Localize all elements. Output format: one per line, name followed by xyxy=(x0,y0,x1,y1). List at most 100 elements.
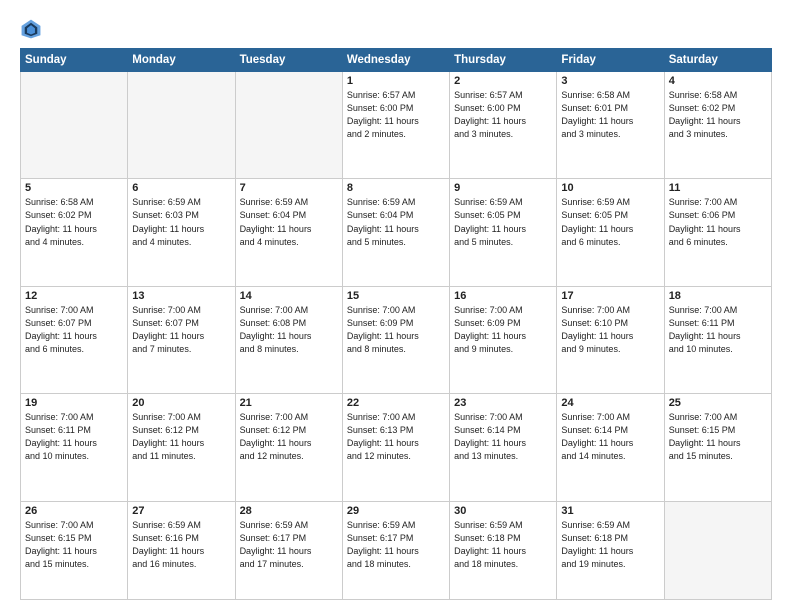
table-row: 28 Sunrise: 6:59 AM Sunset: 6:17 PM Dayli… xyxy=(235,501,342,599)
day-number: 21 xyxy=(240,397,338,409)
table-row: 21 Sunrise: 7:00 AM Sunset: 6:12 PM Dayli… xyxy=(235,394,342,501)
table-row: 11Sunrise: 7:00 AM Sunset: 6:06 PM Dayli… xyxy=(664,179,771,286)
table-row: 19 Sunrise: 7:00 AM Sunset: 6:11 PM Dayli… xyxy=(21,394,128,501)
day-number: 31 xyxy=(561,505,659,517)
day-info: Sunrise: 7:00 AM Sunset: 6:15 PM Dayligh… xyxy=(25,519,123,571)
table-row: 10 Sunrise: 6:59 AM Sunset: 6:05 PM Dayli… xyxy=(557,179,664,286)
calendar-week-row: 12 Sunrise: 7:00 AM Sunset: 6:07 PM Dayli… xyxy=(21,286,772,393)
day-info: Sunrise: 6:59 AM Sunset: 6:05 PM Dayligh… xyxy=(561,196,659,248)
table-row: 23 Sunrise: 7:00 AM Sunset: 6:14 PM Dayli… xyxy=(450,394,557,501)
day-number: 11 xyxy=(669,182,767,194)
day-number: 27 xyxy=(132,505,230,517)
table-row: 17Sunrise: 7:00 AM Sunset: 6:10 PM Dayli… xyxy=(557,286,664,393)
table-row: 25 Sunrise: 7:00 AM Sunset: 6:15 PM Dayli… xyxy=(664,394,771,501)
day-info: Sunrise: 7:00 AM Sunset: 6:08 PM Dayligh… xyxy=(240,304,338,356)
table-row: 29 Sunrise: 6:59 AM Sunset: 6:17 PM Dayli… xyxy=(342,501,449,599)
header xyxy=(20,18,772,40)
calendar-week-row: 26 Sunrise: 7:00 AM Sunset: 6:15 PM Dayli… xyxy=(21,501,772,599)
col-monday: Monday xyxy=(128,49,235,72)
day-info: Sunrise: 6:59 AM Sunset: 6:18 PM Dayligh… xyxy=(454,519,552,571)
day-number: 2 xyxy=(454,75,552,87)
table-row: 20 Sunrise: 7:00 AM Sunset: 6:12 PM Dayli… xyxy=(128,394,235,501)
day-number: 17 xyxy=(561,290,659,302)
table-row: 26 Sunrise: 7:00 AM Sunset: 6:15 PM Dayli… xyxy=(21,501,128,599)
table-row xyxy=(235,72,342,179)
table-row: 14 Sunrise: 7:00 AM Sunset: 6:08 PM Dayli… xyxy=(235,286,342,393)
day-info: Sunrise: 6:57 AM Sunset: 6:00 PM Dayligh… xyxy=(454,89,552,141)
col-sunday: Sunday xyxy=(21,49,128,72)
table-row: 18Sunrise: 7:00 AM Sunset: 6:11 PM Dayli… xyxy=(664,286,771,393)
col-friday: Friday xyxy=(557,49,664,72)
table-row: 7Sunrise: 6:59 AM Sunset: 6:04 PM Daylig… xyxy=(235,179,342,286)
table-row: 13 Sunrise: 7:00 AM Sunset: 6:07 PM Dayli… xyxy=(128,286,235,393)
table-row: 1Sunrise: 6:57 AM Sunset: 6:00 PM Daylig… xyxy=(342,72,449,179)
table-row xyxy=(128,72,235,179)
table-row: 5 Sunrise: 6:58 AM Sunset: 6:02 PM Daylig… xyxy=(21,179,128,286)
day-number: 25 xyxy=(669,397,767,409)
day-number: 13 xyxy=(132,290,230,302)
table-row: 2 Sunrise: 6:57 AM Sunset: 6:00 PM Daylig… xyxy=(450,72,557,179)
day-number: 30 xyxy=(454,505,552,517)
day-number: 5 xyxy=(25,182,123,194)
col-tuesday: Tuesday xyxy=(235,49,342,72)
day-number: 3 xyxy=(561,75,659,87)
col-thursday: Thursday xyxy=(450,49,557,72)
day-number: 24 xyxy=(561,397,659,409)
table-row: 27Sunrise: 6:59 AM Sunset: 6:16 PM Dayli… xyxy=(128,501,235,599)
calendar-week-row: 19 Sunrise: 7:00 AM Sunset: 6:11 PM Dayli… xyxy=(21,394,772,501)
col-saturday: Saturday xyxy=(664,49,771,72)
logo-icon xyxy=(20,18,42,40)
table-row: 6Sunrise: 6:59 AM Sunset: 6:03 PM Daylig… xyxy=(128,179,235,286)
table-row: 24 Sunrise: 7:00 AM Sunset: 6:14 PM Dayli… xyxy=(557,394,664,501)
table-row xyxy=(664,501,771,599)
day-number: 26 xyxy=(25,505,123,517)
day-info: Sunrise: 7:00 AM Sunset: 6:07 PM Dayligh… xyxy=(132,304,230,356)
day-info: Sunrise: 7:00 AM Sunset: 6:12 PM Dayligh… xyxy=(132,411,230,463)
table-row: 3Sunrise: 6:58 AM Sunset: 6:01 PM Daylig… xyxy=(557,72,664,179)
day-number: 8 xyxy=(347,182,445,194)
table-row: 15Sunrise: 7:00 AM Sunset: 6:09 PM Dayli… xyxy=(342,286,449,393)
day-number: 15 xyxy=(347,290,445,302)
calendar-week-row: 1Sunrise: 6:57 AM Sunset: 6:00 PM Daylig… xyxy=(21,72,772,179)
day-info: Sunrise: 7:00 AM Sunset: 6:07 PM Dayligh… xyxy=(25,304,123,356)
day-number: 29 xyxy=(347,505,445,517)
day-info: Sunrise: 6:58 AM Sunset: 6:02 PM Dayligh… xyxy=(25,196,123,248)
day-info: Sunrise: 7:00 AM Sunset: 6:15 PM Dayligh… xyxy=(669,411,767,463)
day-number: 22 xyxy=(347,397,445,409)
calendar-table: Sunday Monday Tuesday Wednesday Thursday… xyxy=(20,48,772,600)
table-row: 8Sunrise: 6:59 AM Sunset: 6:04 PM Daylig… xyxy=(342,179,449,286)
day-info: Sunrise: 7:00 AM Sunset: 6:11 PM Dayligh… xyxy=(25,411,123,463)
table-row: 22 Sunrise: 7:00 AM Sunset: 6:13 PM Dayli… xyxy=(342,394,449,501)
day-info: Sunrise: 6:59 AM Sunset: 6:18 PM Dayligh… xyxy=(561,519,659,571)
day-number: 14 xyxy=(240,290,338,302)
col-wednesday: Wednesday xyxy=(342,49,449,72)
day-info: Sunrise: 6:59 AM Sunset: 6:17 PM Dayligh… xyxy=(347,519,445,571)
day-info: Sunrise: 6:57 AM Sunset: 6:00 PM Dayligh… xyxy=(347,89,445,141)
day-info: Sunrise: 7:00 AM Sunset: 6:13 PM Dayligh… xyxy=(347,411,445,463)
table-row: 30 Sunrise: 6:59 AM Sunset: 6:18 PM Dayli… xyxy=(450,501,557,599)
day-info: Sunrise: 7:00 AM Sunset: 6:12 PM Dayligh… xyxy=(240,411,338,463)
day-info: Sunrise: 6:59 AM Sunset: 6:03 PM Dayligh… xyxy=(132,196,230,248)
day-number: 16 xyxy=(454,290,552,302)
day-info: Sunrise: 7:00 AM Sunset: 6:14 PM Dayligh… xyxy=(454,411,552,463)
day-number: 10 xyxy=(561,182,659,194)
day-info: Sunrise: 7:00 AM Sunset: 6:14 PM Dayligh… xyxy=(561,411,659,463)
table-row: 16Sunrise: 7:00 AM Sunset: 6:09 PM Dayli… xyxy=(450,286,557,393)
page: Sunday Monday Tuesday Wednesday Thursday… xyxy=(0,0,792,612)
day-number: 28 xyxy=(240,505,338,517)
day-info: Sunrise: 6:59 AM Sunset: 6:17 PM Dayligh… xyxy=(240,519,338,571)
day-info: Sunrise: 6:58 AM Sunset: 6:02 PM Dayligh… xyxy=(669,89,767,141)
table-row: 9Sunrise: 6:59 AM Sunset: 6:05 PM Daylig… xyxy=(450,179,557,286)
day-number: 12 xyxy=(25,290,123,302)
logo xyxy=(20,18,46,40)
day-number: 7 xyxy=(240,182,338,194)
table-row: 12 Sunrise: 7:00 AM Sunset: 6:07 PM Dayli… xyxy=(21,286,128,393)
day-number: 23 xyxy=(454,397,552,409)
day-number: 19 xyxy=(25,397,123,409)
day-number: 20 xyxy=(132,397,230,409)
calendar-week-row: 5 Sunrise: 6:58 AM Sunset: 6:02 PM Daylig… xyxy=(21,179,772,286)
table-row: 4 Sunrise: 6:58 AM Sunset: 6:02 PM Daylig… xyxy=(664,72,771,179)
day-info: Sunrise: 6:59 AM Sunset: 6:05 PM Dayligh… xyxy=(454,196,552,248)
day-number: 4 xyxy=(669,75,767,87)
day-number: 18 xyxy=(669,290,767,302)
